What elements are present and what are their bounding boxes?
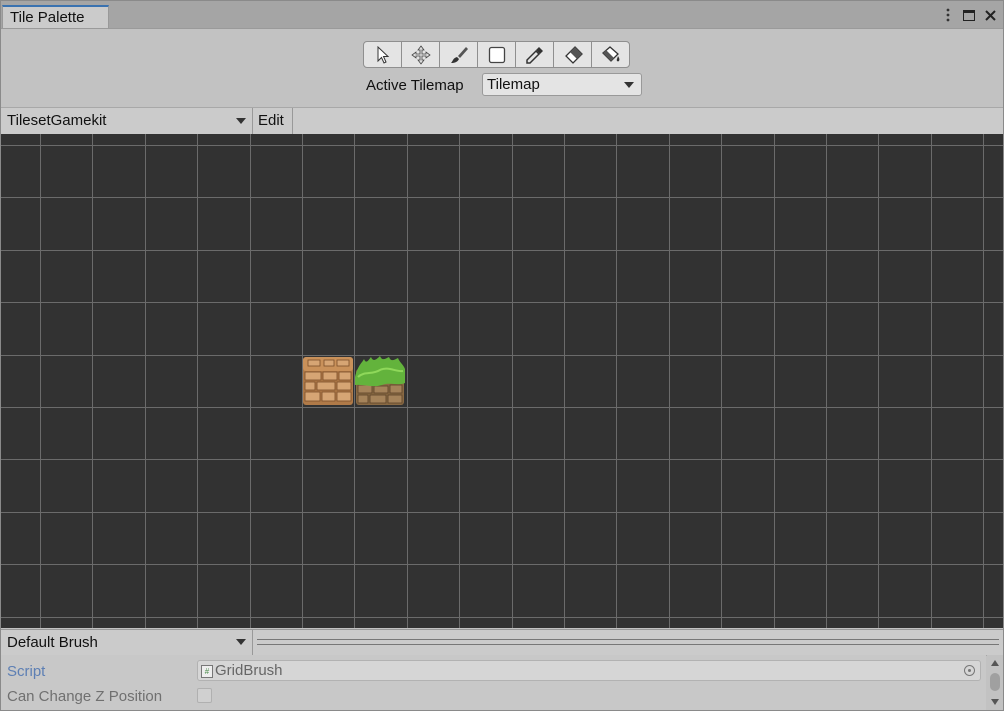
grid-line-vertical — [983, 134, 984, 628]
grid-line-vertical — [826, 134, 827, 628]
grid-line-vertical — [564, 134, 565, 628]
move-tool-button[interactable] — [401, 41, 440, 68]
grid-line-horizontal — [1, 302, 1003, 303]
grid-line-vertical — [721, 134, 722, 628]
dropdown-arrow-icon — [624, 82, 634, 88]
grid-line-vertical — [40, 134, 41, 628]
active-tilemap-label: Active Tilemap — [366, 77, 464, 94]
edit-button[interactable]: Edit — [253, 108, 293, 134]
picker-tool-button[interactable] — [515, 41, 554, 68]
active-tilemap-value: Tilemap — [487, 76, 540, 93]
grid-line-horizontal — [1, 355, 1003, 356]
palette-bar: TilesetGamekit Edit — [1, 107, 1003, 135]
grid-line-horizontal — [1, 459, 1003, 460]
grid-line-vertical — [459, 134, 460, 628]
script-field[interactable]: # GridBrush — [197, 660, 981, 681]
tab-tile-palette[interactable]: Tile Palette — [2, 5, 109, 28]
grid-line-vertical — [774, 134, 775, 628]
tile-palette-window: Tile Palette Active Tilemap Tilemap Tile… — [0, 0, 1004, 711]
grid-line-vertical — [250, 134, 251, 628]
move-icon — [410, 44, 431, 65]
eraser-tool-button[interactable] — [553, 41, 592, 68]
grid-line-vertical — [616, 134, 617, 628]
script-label: Script — [7, 663, 46, 680]
picker-icon — [525, 46, 543, 64]
flood-fill-tool-button[interactable] — [591, 41, 630, 68]
select-tool-button[interactable] — [363, 41, 402, 68]
grid-line-horizontal — [1, 250, 1003, 251]
grid-line-vertical — [407, 134, 408, 628]
dropdown-arrow-icon — [236, 118, 246, 124]
grid-line-horizontal — [1, 407, 1003, 408]
close-icon[interactable] — [983, 6, 997, 24]
flood-fill-icon — [601, 45, 619, 62]
grid-line-horizontal — [1, 617, 1003, 618]
maximize-icon[interactable] — [962, 6, 976, 24]
scroll-thumb[interactable] — [990, 673, 1000, 691]
tool-toolbar — [363, 41, 630, 68]
eraser-icon — [564, 45, 583, 64]
paint-brush-icon — [450, 46, 468, 63]
active-tilemap-dropdown[interactable]: Tilemap — [482, 73, 642, 96]
scroll-down-arrow-icon[interactable] — [991, 699, 999, 705]
grid-line-vertical — [512, 134, 513, 628]
grass-topped-tile[interactable] — [354, 355, 406, 407]
grid-line-vertical — [145, 134, 146, 628]
brush-inspector: Script # GridBrush Can Change Z Position — [1, 655, 986, 710]
can-change-z-checkbox[interactable] — [197, 688, 212, 703]
brush-dropdown-value: Default Brush — [7, 634, 98, 651]
brush-dropdown[interactable]: Default Brush — [1, 630, 253, 655]
tab-bar: Tile Palette — [1, 1, 1003, 29]
paint-brush-tool-button[interactable] — [439, 41, 478, 68]
grid-line-vertical — [197, 134, 198, 628]
panel-splitter[interactable] — [257, 639, 999, 645]
dropdown-arrow-icon — [236, 639, 246, 645]
inspector-scrollbar[interactable] — [987, 655, 1003, 710]
can-change-z-label: Can Change Z Position — [7, 688, 163, 705]
palette-dropdown-value: TilesetGamekit — [7, 112, 107, 129]
grid-line-horizontal — [1, 564, 1003, 565]
grid-line-horizontal — [1, 145, 1003, 146]
grid-line-vertical — [931, 134, 932, 628]
grid-line-vertical — [878, 134, 879, 628]
window-controls — [941, 5, 997, 25]
script-file-icon: # — [201, 665, 213, 678]
palette-dropdown[interactable]: TilesetGamekit — [1, 108, 253, 134]
palette-grid[interactable] — [1, 134, 1003, 628]
grid-line-vertical — [92, 134, 93, 628]
box-fill-tool-button[interactable] — [477, 41, 516, 68]
grid-line-vertical — [669, 134, 670, 628]
brush-bar: Default Brush — [1, 629, 1003, 656]
grid-line-horizontal — [1, 197, 1003, 198]
kebab-menu-icon[interactable] — [941, 6, 955, 24]
object-picker-icon[interactable] — [964, 665, 975, 676]
script-field-value: GridBrush — [215, 662, 283, 679]
box-fill-icon — [488, 46, 505, 63]
scroll-up-arrow-icon[interactable] — [991, 660, 999, 666]
dirt-brick-tile[interactable] — [302, 355, 354, 407]
grid-line-horizontal — [1, 512, 1003, 513]
select-icon — [377, 45, 389, 64]
